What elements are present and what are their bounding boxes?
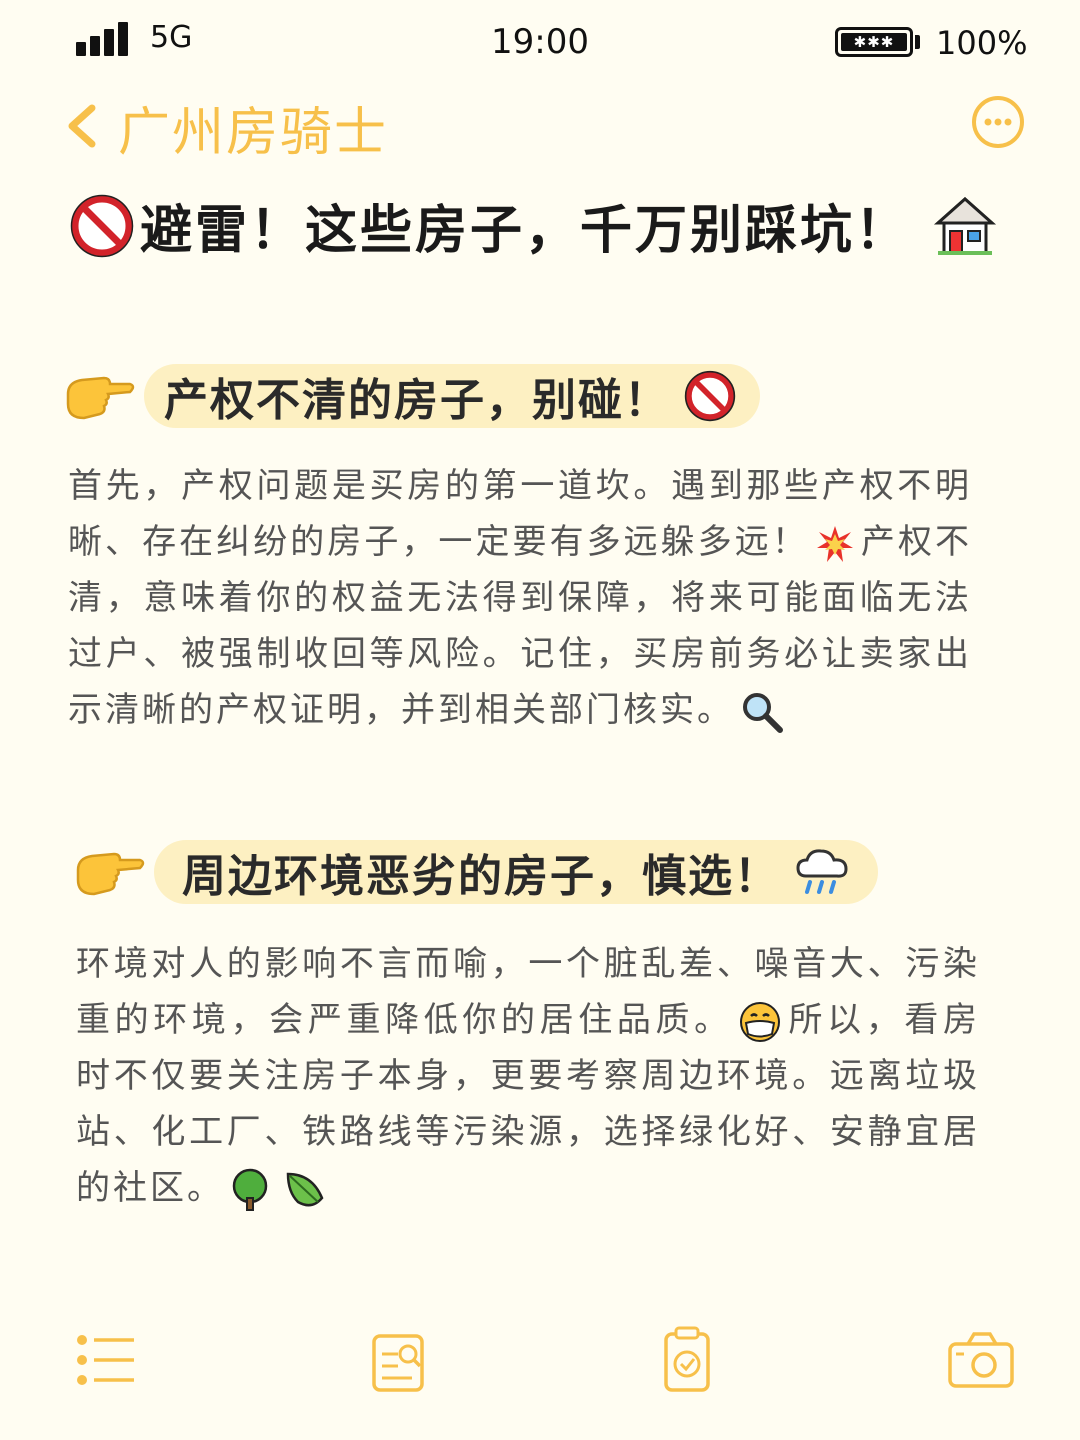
section-1-heading: 产权不清的房子，别碰！ [64,364,760,428]
section-2-heading: 周边环境恶劣的房子，慎选！ [74,840,878,904]
clipboard-check-icon[interactable] [652,1320,722,1400]
section-1-body: 首先，产权问题是买房的第一道坎。遇到那些产权不明晰、存在纠纷的房子，一定要有多远… [68,458,972,738]
collision-icon [816,525,853,562]
house-icon [934,196,996,255]
section-2-pill: 周边环境恶劣的房子，慎选！ [154,840,878,904]
prohibited-icon [684,370,736,422]
pointing-hand-icon [66,376,135,420]
nav-title: 广州房骑士 [118,103,389,163]
bottom-tab-bar [0,1320,1080,1410]
leaf-wind-icon [286,1172,324,1206]
more-options-icon[interactable] [970,94,1026,150]
section-1-title: 产权不清的房子，别碰！ [164,375,670,426]
section-1-pill: 产权不清的房子，别碰！ [144,364,760,428]
rain-cloud-icon [796,849,848,894]
magnifying-glass-icon [743,692,783,733]
page-title-row: 避雷！这些房子，千万别踩坑！ [70,188,1030,263]
prohibited-icon [70,194,134,257]
list-icon[interactable] [72,1320,142,1400]
back-chevron-icon[interactable] [62,96,102,156]
page-title: 避雷！这些房子，千万别踩坑！ [140,201,911,261]
tree-icon [232,1168,268,1211]
battery-percent: 100% [936,24,1028,62]
face-with-mask-icon [739,1001,780,1042]
section-2-title: 周边环境恶劣的房子，慎选！ [182,851,780,902]
nav-bar: 广州房骑士 [0,86,1080,166]
status-bar: 5G 19:00 ✱✱✱ 100% [0,0,1080,86]
section-2-body: 环境对人的影响不言而喻，一个脏乱差、噪音大、污染重的环境，会严重降低你的居住品质… [76,936,980,1216]
camera-icon[interactable] [946,1320,1016,1400]
pointing-hand-icon [76,852,145,896]
battery-cap [915,35,920,49]
search-document-icon[interactable] [364,1320,434,1400]
battery-icon: ✱✱✱ [835,27,913,57]
